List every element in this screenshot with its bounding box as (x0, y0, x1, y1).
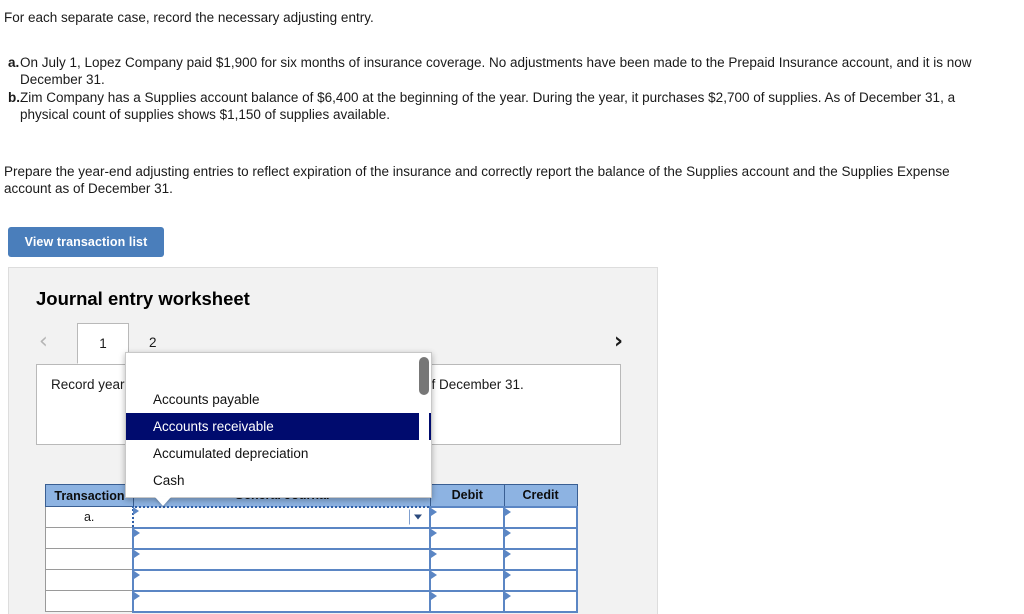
table-row (45, 568, 578, 592)
cell-credit[interactable] (503, 505, 578, 529)
cell-debit[interactable] (429, 568, 506, 592)
dropdown-top-spacer (126, 353, 431, 386)
cell-debit[interactable] (429, 505, 506, 529)
table-row (45, 589, 578, 613)
table-row (45, 547, 578, 571)
transaction-label: a. (83, 510, 95, 524)
cell-debit[interactable] (429, 547, 506, 571)
case-letter-b: b. (8, 90, 20, 105)
cell-transaction[interactable] (45, 548, 134, 570)
problem-intro: For each separate case, record the neces… (4, 10, 374, 25)
column-header-credit: Credit (503, 484, 578, 507)
cell-debit[interactable] (429, 589, 506, 613)
worksheet-title: Journal entry worksheet (36, 288, 250, 309)
cell-transaction[interactable]: a. (45, 506, 134, 528)
case-item-b: b. Zim Company has a Supplies account ba… (4, 89, 1004, 123)
case-item-a: a. On July 1, Lopez Company paid $1,900 … (4, 54, 1004, 88)
dropdown-option-accumulated-depreciation[interactable]: Accumulated depreciation (126, 440, 431, 467)
cell-account[interactable] (132, 589, 432, 613)
problem-closing: Prepare the year-end adjusting entries t… (4, 164, 950, 196)
dropdown-option-accounts-receivable[interactable]: Accounts receivable (126, 413, 431, 440)
case-text-a: On July 1, Lopez Company paid $1,900 for… (20, 55, 972, 87)
dropdown-scrollbar[interactable] (419, 355, 429, 497)
prev-entry-arrow-icon[interactable]: ‹ (39, 328, 48, 356)
journal-entry-table: Transaction General Journal Debit Credit… (45, 484, 578, 613)
cell-debit[interactable] (429, 526, 506, 550)
column-header-debit: Debit (429, 484, 505, 507)
problem-cases: a. On July 1, Lopez Company paid $1,900 … (4, 54, 1004, 124)
account-select-cell[interactable] (132, 505, 432, 529)
next-entry-arrow-icon[interactable]: › (614, 328, 623, 356)
dropdown-scrollbar-thumb[interactable] (419, 357, 429, 395)
case-text-b: Zim Company has a Supplies account balan… (20, 90, 956, 122)
table-row: a. (45, 505, 578, 529)
cell-credit[interactable] (503, 589, 578, 613)
worksheet-tab-1[interactable]: 1 (77, 323, 129, 364)
page-root: For each separate case, record the neces… (0, 0, 1024, 614)
cell-credit[interactable] (503, 568, 578, 592)
cell-transaction[interactable] (45, 590, 134, 612)
case-letter-a: a. (8, 55, 20, 70)
dropdown-pointer-notch (155, 497, 171, 506)
dropdown-option-cash[interactable]: Cash (126, 467, 431, 494)
cell-transaction[interactable] (45, 569, 134, 591)
column-header-transaction: Transaction (45, 484, 134, 507)
chevron-down-icon[interactable] (409, 509, 427, 525)
cell-account[interactable] (132, 547, 432, 571)
account-dropdown-list[interactable]: Accounts payable Accounts receivable Acc… (125, 352, 432, 498)
cell-account[interactable] (132, 526, 432, 550)
dropdown-option-accounts-payable[interactable]: Accounts payable (126, 386, 431, 413)
cell-credit[interactable] (503, 547, 578, 571)
cell-transaction[interactable] (45, 527, 134, 549)
view-transaction-list-button[interactable]: View transaction list (8, 227, 164, 257)
cell-account[interactable] (132, 568, 432, 592)
table-row (45, 526, 578, 550)
cell-credit[interactable] (503, 526, 578, 550)
